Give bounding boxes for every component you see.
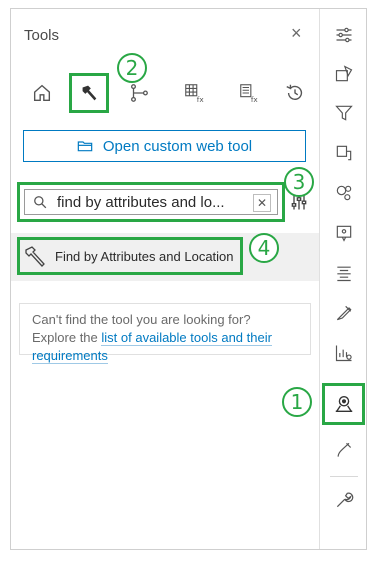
search-highlight: find by attributes and lo... ✕	[17, 182, 285, 222]
analysis-icon	[335, 395, 353, 413]
folder-icon	[77, 141, 93, 152]
rail-item-popups[interactable]	[333, 222, 355, 244]
tab-home[interactable]	[22, 73, 62, 113]
data-icon	[336, 145, 352, 161]
open-custom-web-tool-button[interactable]: Open custom web tool	[23, 130, 306, 162]
pen-icon	[336, 305, 352, 321]
edit-icon	[337, 442, 352, 457]
action-bar	[319, 9, 366, 549]
rail-item-tools[interactable]	[333, 489, 355, 511]
tab-list-expression[interactable]: fx	[229, 73, 269, 113]
tab-table-expression[interactable]: fx	[174, 73, 214, 113]
align-icon	[337, 266, 351, 282]
history-icon	[286, 84, 303, 100]
home-icon	[33, 84, 51, 102]
popup-icon	[336, 225, 352, 242]
rail-item-filter[interactable]	[333, 102, 355, 124]
tab-history[interactable]	[275, 73, 315, 113]
sliders-icon	[336, 27, 352, 43]
tab-analysis[interactable]	[69, 73, 109, 113]
tools-window: Tools × fx fx Open custom web tool find …	[10, 8, 367, 550]
rail-item-cluster[interactable]	[333, 182, 355, 204]
callout-marker-4: 4	[249, 233, 279, 263]
rail-item-basemap[interactable]	[333, 63, 355, 85]
close-button[interactable]: ×	[291, 23, 302, 44]
open-custom-web-tool-label: Open custom web tool	[102, 137, 253, 155]
callout-marker-3: 3	[284, 167, 314, 197]
basemap-icon	[335, 65, 353, 82]
table-fx-icon: fx	[185, 84, 205, 104]
rail-item-data[interactable]	[333, 142, 355, 164]
svg-text:fx: fx	[251, 95, 259, 104]
list-item[interactable]: Find by Attributes and Location	[17, 237, 243, 275]
callout-marker-1: 1	[282, 387, 312, 417]
search-input[interactable]: find by attributes and lo... ✕	[24, 189, 278, 215]
rail-item-charts[interactable]	[333, 342, 355, 364]
rail-item-analysis[interactable]	[333, 393, 355, 415]
clear-search-button[interactable]: ✕	[253, 194, 271, 212]
hammer-icon	[82, 85, 97, 101]
panel-title: Tools	[24, 27, 60, 44]
cluster-icon	[336, 185, 352, 201]
result-label: Find by Attributes and Location	[55, 248, 234, 264]
search-icon	[34, 196, 47, 209]
callout-marker-2: 2	[117, 53, 147, 83]
hammer-icon	[25, 246, 45, 267]
help-text: Can't find the tool you are looking for?…	[19, 303, 311, 364]
rail-divider	[330, 476, 358, 477]
search-query: find by attributes and lo...	[57, 193, 225, 211]
rail-item-settings[interactable]	[333, 24, 355, 46]
list-fx-icon: fx	[240, 84, 259, 104]
network-icon	[131, 84, 148, 102]
funnel-icon	[335, 105, 353, 121]
tools-panel: Tools × fx fx Open custom web tool find …	[11, 9, 319, 549]
rail-item-sketch[interactable]	[333, 302, 355, 324]
chart-settings-icon	[335, 345, 352, 362]
svg-text:fx: fx	[197, 95, 205, 104]
wrench-icon	[336, 492, 354, 508]
rail-item-edit[interactable]	[333, 439, 355, 461]
rail-item-labels[interactable]	[333, 262, 355, 284]
